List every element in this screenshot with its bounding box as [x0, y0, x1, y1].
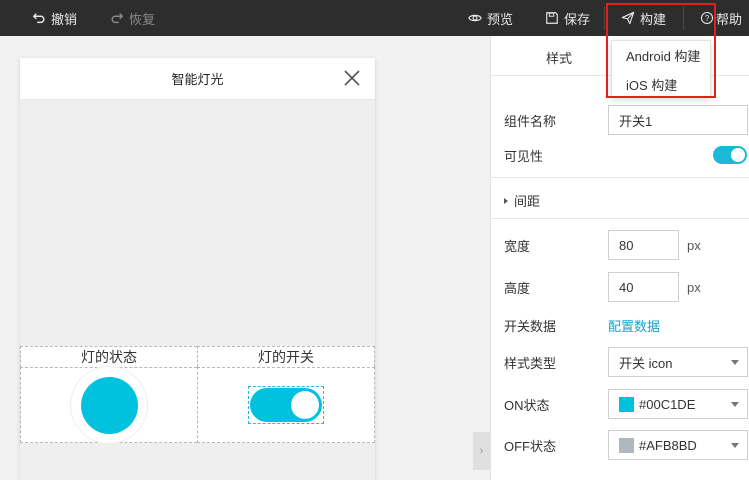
switch-data-label: 开关数据 — [504, 319, 557, 334]
height-row: 高度 40 px — [504, 272, 749, 302]
grid-body-row — [20, 367, 375, 443]
lamp-status-indicator[interactable] — [71, 367, 147, 443]
chevron-right-icon: › — [479, 445, 484, 457]
build-button[interactable]: 构建 — [621, 0, 666, 36]
toggle-knob — [731, 148, 745, 162]
off-state-row: OFF状态 #AFB8BD — [504, 430, 749, 460]
panel-collapse-handle[interactable]: › — [473, 432, 490, 470]
spacing-section-header[interactable]: 间距 — [504, 191, 540, 210]
off-state-color-value: #AFB8BD — [639, 437, 697, 453]
design-canvas: 智能灯光 灯的状态 灯的开关 › — [0, 36, 490, 480]
height-input[interactable]: 40 — [608, 272, 679, 302]
caret-down-icon — [731, 360, 739, 365]
caret-down-icon — [731, 443, 739, 448]
top-toolbar: 撤销 恢复 预览 保存 构建 ? 帮助 — [0, 0, 749, 36]
save-icon — [546, 12, 558, 24]
preview-label: 预览 — [487, 11, 514, 27]
grid-header-cell: 灯的状态 — [20, 346, 197, 367]
eye-icon — [468, 14, 482, 22]
style-type-label: 样式类型 — [504, 355, 557, 371]
caret-down-icon — [731, 402, 739, 407]
component-name-label: 组件名称 — [504, 113, 557, 129]
switch-selection-outline[interactable] — [248, 386, 324, 424]
color-swatch — [619, 437, 634, 453]
menu-item-android-build[interactable]: Android 构建 — [612, 41, 710, 70]
width-input[interactable]: 80 — [608, 230, 679, 260]
spacing-section-label: 间距 — [514, 194, 541, 209]
visibility-label: 可见性 — [504, 148, 544, 164]
phone-preview: 智能灯光 灯的状态 灯的开关 — [20, 58, 375, 480]
on-state-color-select[interactable]: #00C1DE — [608, 389, 748, 419]
phone-body: 灯的状态 灯的开关 — [20, 100, 375, 480]
grid-cell-switch[interactable] — [197, 367, 375, 443]
component-name-input[interactable]: 开关1 — [608, 105, 748, 135]
visibility-toggle[interactable] — [713, 146, 747, 164]
save-label: 保存 — [564, 11, 591, 27]
grid-header-row: 灯的状态 灯的开关 — [20, 346, 375, 367]
redo-button[interactable]: 恢复 — [110, 0, 155, 36]
layout-grid: 灯的状态 灯的开关 — [20, 346, 375, 443]
on-state-label: ON状态 — [504, 397, 550, 413]
send-icon — [621, 11, 635, 25]
save-button[interactable]: 保存 — [545, 0, 590, 36]
width-unit: px — [687, 237, 701, 253]
undo-label: 撤销 — [51, 11, 78, 27]
off-state-color-select[interactable]: #AFB8BD — [608, 430, 748, 460]
divider — [491, 218, 749, 219]
on-state-color-value: #00C1DE — [639, 396, 696, 412]
caret-right-icon — [504, 197, 508, 204]
property-panel: 样式 组件名称 开关1 可见性 间距 宽度 80 px 高度 40 px 开关数… — [490, 36, 749, 480]
tab-style[interactable]: 样式 — [546, 48, 572, 67]
phone-title: 智能灯光 — [171, 72, 224, 87]
help-button[interactable]: ? 帮助 — [700, 0, 742, 36]
redo-icon — [111, 13, 124, 24]
undo-icon — [32, 13, 45, 24]
grid-cell-lamp[interactable] — [20, 367, 197, 443]
help-label: 帮助 — [716, 11, 743, 27]
width-label: 宽度 — [504, 238, 531, 254]
style-type-select[interactable]: 开关 icon — [608, 347, 748, 377]
lamp-switch[interactable] — [250, 388, 322, 422]
height-label: 高度 — [504, 280, 531, 296]
build-dropdown-menu: Android 构建 iOS 构建 — [611, 40, 711, 98]
configure-data-link[interactable]: 配置数据 — [608, 316, 660, 335]
svg-text:?: ? — [705, 14, 710, 23]
grid-header-cell: 灯的开关 — [197, 346, 375, 367]
height-unit: px — [687, 279, 701, 295]
style-type-row: 样式类型 开关 icon — [504, 347, 749, 377]
menu-item-ios-build[interactable]: iOS 构建 — [612, 70, 710, 99]
on-state-row: ON状态 #00C1DE — [504, 389, 749, 419]
phone-header: 智能灯光 — [20, 58, 375, 100]
close-icon[interactable] — [343, 69, 361, 87]
component-name-row: 组件名称 开关1 — [504, 105, 749, 135]
preview-button[interactable]: 预览 — [468, 0, 513, 36]
style-type-value: 开关 icon — [619, 355, 673, 371]
divider — [491, 177, 749, 178]
toolbar-divider — [604, 6, 605, 30]
switch-data-row: 开关数据 配置数据 — [504, 316, 749, 335]
switch-knob — [291, 391, 319, 419]
visibility-row: 可见性 — [504, 146, 749, 164]
toolbar-divider — [683, 6, 684, 30]
undo-button[interactable]: 撤销 — [32, 0, 77, 36]
width-row: 宽度 80 px — [504, 230, 749, 260]
color-swatch — [619, 396, 634, 412]
off-state-label: OFF状态 — [504, 438, 556, 454]
redo-label: 恢复 — [129, 11, 156, 27]
build-label: 构建 — [640, 11, 667, 27]
lamp-dot — [80, 376, 138, 434]
help-icon: ? — [700, 11, 714, 25]
